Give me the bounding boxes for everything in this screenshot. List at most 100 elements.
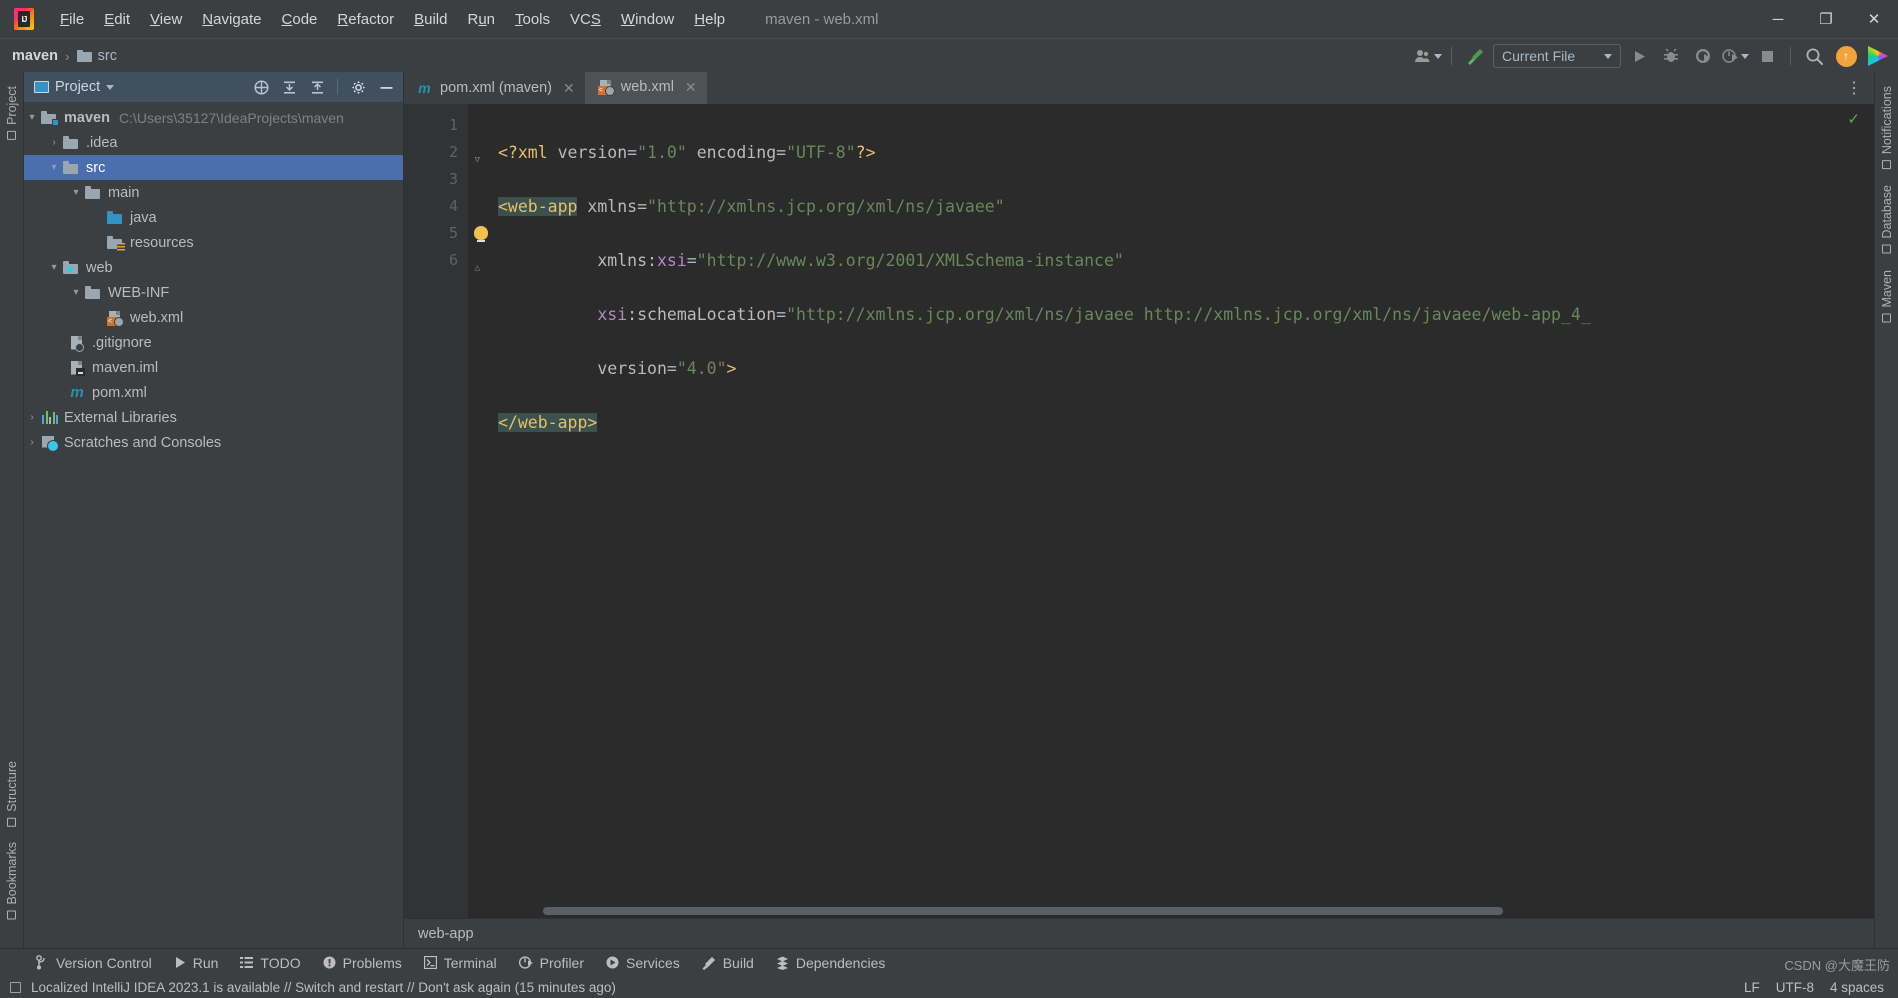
chevron-down-icon[interactable]: ▾ [68, 187, 84, 198]
breadcrumb-maven[interactable]: maven [12, 48, 58, 64]
expand-all-icon[interactable] [278, 76, 300, 98]
tree-item-external-libraries[interactable]: › External Libraries [24, 405, 403, 430]
horizontal-scrollbar[interactable] [468, 904, 1874, 918]
bottom-item-services[interactable]: Services [596, 952, 690, 974]
line-separator-indicator[interactable]: LF [1744, 980, 1760, 995]
tree-item-web[interactable]: ▾ web [24, 255, 403, 280]
update-icon[interactable]: ↑ [1832, 43, 1860, 69]
tab-close-icon[interactable]: ✕ [563, 80, 575, 97]
tree-item-label: resources [130, 234, 194, 251]
bookmarks-icon [7, 911, 16, 920]
bottom-item-todo[interactable]: TODO [230, 952, 310, 974]
collapse-all-icon[interactable] [306, 76, 328, 98]
indent-indicator[interactable]: 4 spaces [1830, 980, 1884, 995]
chevron-down-icon[interactable]: ▾ [46, 262, 62, 273]
stop-button[interactable] [1753, 43, 1781, 69]
tool-strip-bookmarks[interactable]: Bookmarks [5, 834, 19, 928]
tree-item-pom-xml[interactable]: m pom.xml [24, 380, 403, 405]
tree-item-idea[interactable]: › .idea [24, 130, 403, 155]
tool-strip-structure-label: Structure [4, 760, 19, 812]
tool-strip-notifications[interactable]: Notifications [1880, 78, 1894, 177]
tree-item-gitignore[interactable]: .gitignore [24, 330, 403, 355]
code-val-xsi: "http://www.w3.org/2001/XMLSchema-instan… [696, 251, 1124, 270]
code-tag-webapp-close: </web-app> [498, 413, 598, 432]
tree-item-web-inf[interactable]: ▾ WEB-INF [24, 280, 403, 305]
menu-edit[interactable]: Edit [94, 7, 140, 32]
bottom-item-terminal[interactable]: Terminal [414, 952, 507, 974]
bottom-item-label: Terminal [443, 954, 497, 971]
line-number-gutter: 1 2 ▽ 3 4 5 6 △ [404, 104, 488, 918]
ide-feature-icon[interactable] [1864, 43, 1892, 69]
menu-code[interactable]: Code [272, 7, 328, 32]
tool-strip-structure[interactable]: Structure [5, 753, 19, 835]
code-eq: = [686, 251, 697, 270]
tree-item-web-xml[interactable]: < web.xml [24, 305, 403, 330]
hammer-icon[interactable] [1461, 43, 1489, 69]
tree-item-src[interactable]: ▾ src [24, 155, 403, 180]
menu-refactor[interactable]: Refactor [327, 7, 404, 32]
scrollbar-thumb[interactable] [543, 907, 1503, 915]
tree-item-java[interactable]: java [24, 205, 403, 230]
structure-icon [7, 817, 16, 827]
chevron-down-icon[interactable]: ▾ [24, 112, 40, 123]
tab-pom-xml[interactable]: m pom.xml (maven) ✕ [404, 72, 585, 104]
minimize-button[interactable]: ─ [1754, 0, 1802, 38]
tab-web-xml[interactable]: < web.xml ✕ [584, 72, 707, 104]
menu-window[interactable]: Window [611, 7, 684, 32]
code-text[interactable]: <?xml version="1.0" encoding="UTF-8"?> <… [468, 104, 1874, 490]
account-icon[interactable] [1414, 43, 1442, 69]
chevron-down-icon[interactable] [106, 84, 115, 90]
tree-item-maven-iml[interactable]: maven.iml [24, 355, 403, 380]
menu-navigate[interactable]: Navigate [192, 7, 271, 32]
settings-gear-icon[interactable] [347, 76, 369, 98]
tree-item-scratches[interactable]: › Scratches and Consoles [24, 430, 403, 455]
bottom-item-dependencies[interactable]: Dependencies [766, 952, 896, 974]
chevron-right-icon[interactable]: › [24, 437, 40, 448]
inspection-status-icon[interactable]: ✓ [1847, 110, 1860, 128]
chevron-right-icon[interactable]: › [24, 412, 40, 423]
tool-strip-maven[interactable]: Maven [1880, 262, 1894, 331]
menu-view[interactable]: View [140, 7, 192, 32]
tree-item-main[interactable]: ▾ main [24, 180, 403, 205]
editor-options-icon[interactable]: ⋮ [1846, 72, 1864, 104]
bottom-item-problems[interactable]: Problems [313, 952, 412, 974]
menu-build[interactable]: Build [404, 7, 457, 32]
tree-item-resources[interactable]: resources [24, 230, 403, 255]
line-number: 5 [404, 220, 488, 247]
tab-close-icon[interactable]: ✕ [685, 79, 697, 96]
code-editor[interactable]: 1 2 ▽ 3 4 5 6 △ <?xml version="1.0" enco… [404, 104, 1874, 918]
run-button[interactable] [1625, 43, 1653, 69]
breadcrumb-src[interactable]: src [98, 48, 117, 64]
tree-item-maven[interactable]: ▾ maven C:\Users\35127\IdeaProjects\mave… [24, 105, 403, 130]
menu-vcs[interactable]: VCS [560, 7, 611, 32]
tool-strip-project[interactable]: Project [5, 78, 19, 148]
hide-panel-icon[interactable] [375, 76, 397, 98]
menu-help[interactable]: Help [684, 7, 735, 32]
debug-button[interactable] [1657, 43, 1685, 69]
bottom-item-profiler[interactable]: Profiler [509, 952, 594, 974]
profile-button[interactable] [1721, 43, 1749, 69]
chevron-down-icon[interactable]: ▾ [46, 162, 62, 173]
menu-file[interactable]: File [50, 7, 94, 32]
gitignore-file-icon [68, 335, 86, 352]
run-configuration-selector[interactable]: Current File [1493, 44, 1621, 68]
bottom-item-run[interactable]: Run [164, 952, 229, 974]
editor-breadcrumb-label[interactable]: web-app [418, 926, 474, 942]
run-with-coverage-button[interactable] [1689, 43, 1717, 69]
libraries-icon [40, 410, 58, 426]
chevron-down-icon[interactable]: ▾ [68, 287, 84, 298]
bottom-item-version-control[interactable]: Version Control [26, 952, 162, 974]
status-message[interactable]: Localized IntelliJ IDEA 2023.1 is availa… [31, 980, 616, 995]
menu-run[interactable]: Run [457, 7, 505, 32]
bottom-item-build[interactable]: Build [692, 952, 764, 974]
maximize-button[interactable]: ❐ [1802, 0, 1850, 38]
select-opened-file-icon[interactable] [250, 76, 272, 98]
close-button[interactable]: ✕ [1850, 0, 1898, 38]
event-log-icon[interactable] [10, 981, 21, 993]
code-content-wrapper[interactable]: <?xml version="1.0" encoding="UTF-8"?> <… [468, 104, 1874, 918]
chevron-right-icon[interactable]: › [46, 137, 62, 148]
menu-tools[interactable]: Tools [505, 7, 560, 32]
encoding-indicator[interactable]: UTF-8 [1776, 980, 1814, 995]
search-icon[interactable] [1800, 43, 1828, 69]
tool-strip-database[interactable]: Database [1880, 177, 1894, 262]
